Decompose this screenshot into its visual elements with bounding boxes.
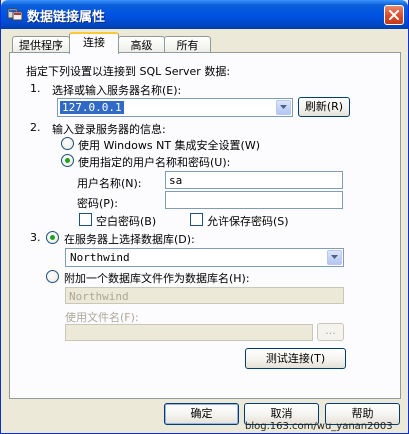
tab-provider-label: 提供程序 (19, 39, 63, 52)
database-dropdown-button[interactable] (327, 250, 342, 265)
blank-password-checkbox[interactable] (79, 213, 92, 226)
username-input[interactable]: sa (165, 171, 343, 189)
step1-number: 1. (30, 82, 41, 95)
windows-nt-security-label[interactable]: 使用 Windows NT 集成安全设置(W) (78, 137, 260, 153)
test-connection-label: 测试连接(T) (265, 352, 326, 365)
allow-save-password-label[interactable]: 允许保存密码(S) (207, 213, 289, 229)
help-button-label: 帮助 (351, 407, 374, 420)
chevron-down-icon (280, 105, 287, 109)
blog-watermark: blog.163.com/wu_yanan2003 (245, 421, 393, 432)
browse-button-label: ... (325, 324, 336, 337)
test-connection-button[interactable]: 测试连接(T) (245, 348, 346, 369)
tab-all-label: 所有 (176, 39, 199, 52)
tab-advanced-label: 高级 (130, 39, 153, 52)
username-value: sa (169, 174, 183, 187)
blank-password-label[interactable]: 空白密码(B) (96, 213, 156, 229)
file-name-label: 使用文件名(F): (65, 311, 139, 324)
browse-button[interactable]: ... (317, 323, 344, 341)
tab-connection[interactable]: 连接 (69, 32, 119, 54)
specific-user-radio[interactable] (61, 154, 74, 167)
select-database-radio[interactable] (46, 231, 59, 244)
server-name-combobox[interactable]: 127.0.0.1 (57, 98, 293, 117)
server-dropdown-button[interactable] (276, 100, 291, 115)
server-name-label: 选择或输入服务器名称(E): (52, 84, 182, 97)
data-link-icon (7, 7, 23, 21)
attach-database-label[interactable]: 附加一个数据库文件作为数据库名(H): (64, 270, 250, 286)
specific-user-label[interactable]: 使用指定的用户名称和密码(U): (78, 154, 230, 170)
data-link-properties-window: 数据链接属性 提供程序 连接 高级 所有 指定下列设置以连接到 SQL Serv… (0, 0, 409, 434)
attach-database-name-value: Northwind (69, 290, 129, 303)
step3-number: 3. (30, 231, 41, 244)
attach-database-radio[interactable] (46, 270, 59, 283)
chevron-down-icon (331, 255, 338, 259)
close-icon (389, 10, 399, 20)
connection-tab-panel: 指定下列设置以连接到 SQL Server 数据: 1. 选择或输入服务器名称(… (9, 52, 401, 399)
title-bar[interactable]: 数据链接属性 (1, 0, 408, 29)
file-name-input[interactable] (65, 324, 313, 341)
ok-button-label: 确定 (190, 407, 213, 420)
database-combobox[interactable]: Northwind (65, 248, 344, 267)
allow-save-password-checkbox[interactable] (190, 213, 203, 226)
window-title: 数据链接属性 (27, 10, 106, 25)
step2-number: 2. (30, 121, 41, 134)
refresh-button[interactable]: 刷新(R) (298, 97, 350, 117)
database-value[interactable]: Northwind (68, 251, 132, 264)
tab-connection-label: 连接 (83, 36, 105, 49)
attach-database-name-input[interactable]: Northwind (65, 287, 344, 304)
refresh-button-label: 刷新(R) (304, 100, 344, 113)
password-input[interactable] (165, 191, 343, 209)
username-label: 用户名称(N): (77, 177, 142, 190)
close-button[interactable] (384, 5, 404, 25)
login-info-label: 输入登录服务器的信息: (52, 123, 166, 136)
server-name-value[interactable]: 127.0.0.1 (60, 101, 124, 114)
intro-text: 指定下列设置以连接到 SQL Server 数据: (26, 65, 231, 78)
windows-nt-security-radio[interactable] (61, 137, 74, 150)
ok-button[interactable]: 确定 (164, 403, 239, 425)
cancel-button-label: 取消 (270, 407, 293, 420)
select-database-label[interactable]: 在服务器上选择数据库(D): (64, 231, 195, 247)
password-label: 密码(P): (77, 197, 118, 210)
